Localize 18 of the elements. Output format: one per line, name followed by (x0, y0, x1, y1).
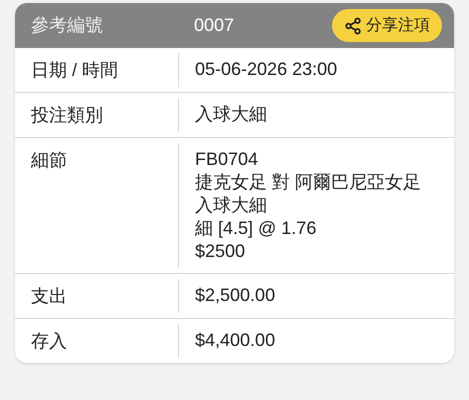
share-icon (344, 16, 362, 34)
field-value: $2,500.00 (195, 284, 276, 307)
field-value: 細 [4.5] @ 1.76 (195, 217, 316, 240)
field-value: 05-06-2026 23:00 (195, 58, 338, 81)
field-value: $4,400.00 (195, 329, 276, 352)
field-label: 支出 (30, 285, 68, 308)
field-value: $2500 (195, 240, 246, 263)
field-label: 投注類別 (30, 104, 104, 127)
field-value: 捷克女足 對 阿爾巴尼亞女足 (195, 171, 422, 194)
reference-number: 0007 (193, 14, 236, 37)
field-label: 日期 / 時間 (30, 59, 120, 82)
field-value: 入球大細 (195, 103, 267, 126)
header-label: 參考編號 (30, 14, 104, 37)
share-button[interactable]: 分享注項 (332, 9, 442, 42)
field-value: 入球大細 (195, 194, 267, 217)
field-label: 存入 (30, 330, 68, 353)
field-label: 細節 (30, 149, 68, 172)
field-value: FB0704 (195, 148, 258, 171)
